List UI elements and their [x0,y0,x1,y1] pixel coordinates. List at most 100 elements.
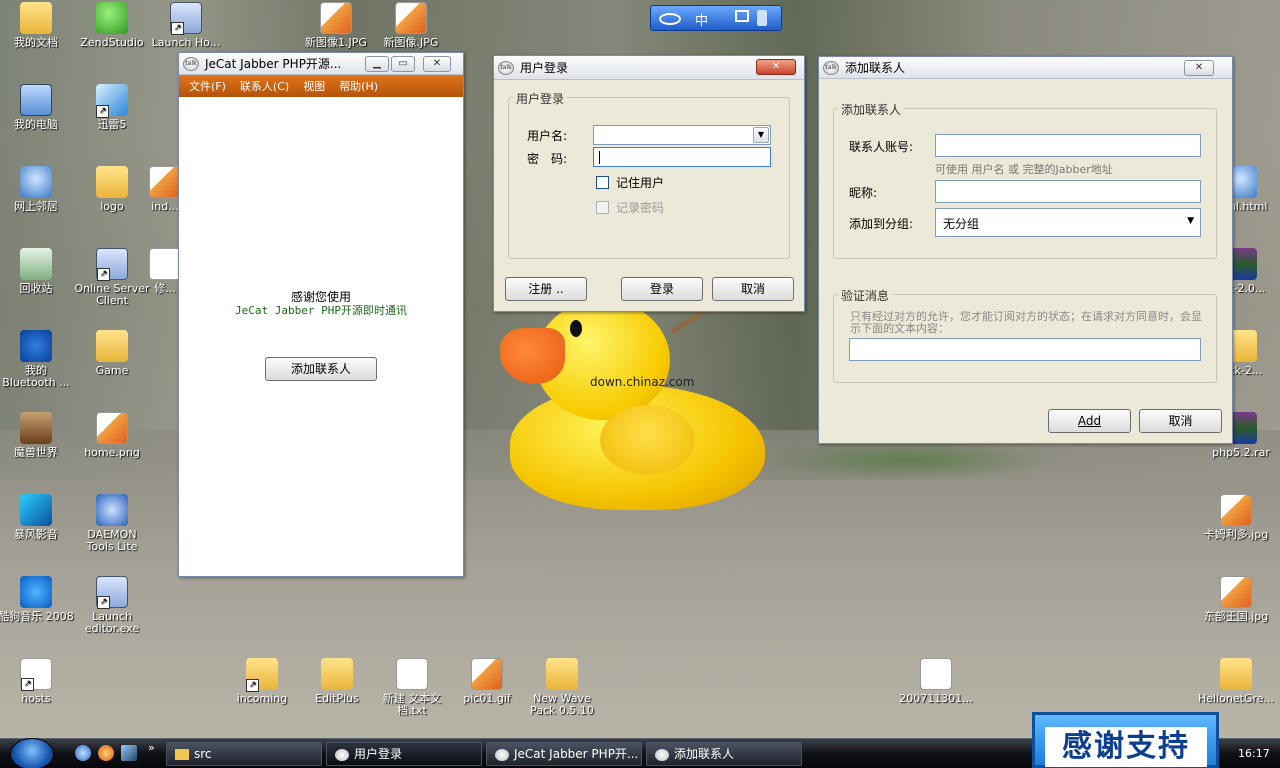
desktop-icon[interactable]: 东部王国.jpg [1197,576,1275,623]
login-window: talk 用户登录 ✕ 用户登录 用户名: ▼ 密 码: 记住用户 记录密码 注… [493,55,805,312]
window-titlebar[interactable]: talk 添加联系人 ✕ [819,57,1232,79]
remember-user-checkbox[interactable] [596,176,609,189]
desktop-icon[interactable]: 暴风影音 [0,494,75,541]
icon-label: logo [100,200,124,213]
clock[interactable]: 16:17 [1238,747,1270,760]
app-icon: talk [823,60,839,75]
close-icon[interactable]: ✕ [1184,60,1214,76]
desktop-icon[interactable]: home.png [73,412,151,459]
thanks-banner: 感谢支持 [1032,712,1219,768]
desktop-icon[interactable]: Launch editor.exe [73,576,151,635]
login-button[interactable]: 登录 [621,277,703,301]
cancel-button[interactable]: 取消 [1139,409,1222,433]
menu-help[interactable]: 帮助(H) [339,78,378,94]
close-icon[interactable]: ✕ [756,59,796,75]
chevron-down-icon[interactable]: ▼ [1187,216,1194,226]
desktop-icon[interactable]: DAEMON Tools Lite [73,494,151,553]
icon-label: 我的电脑 [14,118,58,131]
text-cursor [599,151,600,164]
taskbar-item[interactable]: 用户登录 [326,742,482,766]
taskbar-item[interactable]: JeCat Jabber PHP开... [486,742,642,766]
icon-label: 修... [154,282,176,295]
icon-label: Game [95,364,129,377]
add-button[interactable]: Add [1048,409,1131,433]
nickname-field[interactable] [935,180,1201,203]
window-titlebar[interactable]: talk 用户登录 ✕ [494,56,804,80]
desktop-icon[interactable]: incoming [223,658,301,705]
desktop-icon-quicklaunch[interactable] [121,745,137,761]
desktop-icon[interactable]: pic01.gif [448,658,526,705]
group-select[interactable]: 无分组 ▼ [935,208,1201,237]
desktop-icon[interactable]: 新建 文本文档.txt [373,658,451,717]
desktop-icon[interactable]: ZendStudio [73,2,151,49]
minimize-icon[interactable]: ▁ [365,56,389,72]
game-icon [20,412,52,444]
verify-message-field[interactable] [849,338,1201,361]
folder-icon [246,658,278,692]
desktop-icon[interactable]: 我的文档 [0,2,75,49]
music-icon [20,576,52,608]
maximize-icon[interactable]: ▭ [391,56,415,72]
desktop-icon[interactable]: 魔兽世界 [0,412,75,459]
cancel-button[interactable]: 取消 [712,277,794,301]
desktop-icon[interactable]: 迅雷5 [73,84,151,131]
folder-icon [96,330,128,362]
taskbar-item[interactable]: 添加联系人 [646,742,802,766]
icon-label: 暴风影音 [14,528,58,541]
image-icon [96,412,128,444]
desktop-icon[interactable]: 回收站 [0,248,75,295]
server-client-icon [96,248,128,281]
username-combobox[interactable]: ▼ [593,125,771,145]
add-contact-button[interactable]: 添加联系人 [265,357,377,381]
account-label: 联系人账号: [849,140,914,154]
image-icon [395,2,427,34]
desktop-icon[interactable]: logo [73,166,151,213]
app-icon: talk [183,56,199,71]
language-bar[interactable]: 中 [650,5,782,31]
chevron-right-icon[interactable]: » [148,741,155,754]
desktop-icon[interactable]: 网上邻居 [0,166,75,213]
desktop-icon[interactable]: 卡姆利多.jpg [1197,494,1275,541]
menu-view[interactable]: 视图 [303,78,325,94]
firefox-icon[interactable] [98,745,114,761]
computer-icon [20,84,52,116]
desktop-icon[interactable]: Online Server Client [73,248,151,307]
menu-file[interactable]: 文件(F) [189,78,226,94]
taskbar-item[interactable]: src [166,742,322,766]
desktop-icon[interactable]: 200711301... [897,658,975,705]
image-icon [1220,494,1252,526]
desktop-icon[interactable]: 新图像1.JPG [297,2,375,49]
icon-label: 我的 Bluetooth ... [2,364,70,389]
desktop-icon[interactable]: HellonetGre... [1197,658,1275,705]
icon-label: 迅雷5 [97,118,127,131]
image-icon [471,658,503,690]
desktop-icon[interactable]: EditPlus [298,658,376,705]
desktop-icon[interactable]: 我的 Bluetooth ... [0,330,75,389]
app-icon [96,576,128,609]
network-icon [20,166,52,198]
thunder-icon [96,84,128,118]
desktop-icon[interactable]: hosts [0,658,75,705]
close-icon[interactable]: ✕ [423,56,451,72]
icon-label: ZendStudio [80,36,144,49]
icon-label: 魔兽世界 [14,446,58,459]
password-field[interactable] [593,147,771,167]
start-button[interactable] [10,738,54,768]
desktop-icon[interactable]: New Wave Pack 0.5.10 [523,658,601,717]
register-button[interactable]: 注册 .. [505,277,587,301]
desktop-icon[interactable]: 修... [148,248,182,295]
desktop-icon[interactable]: ind... [148,166,182,213]
desktop-icon[interactable]: 新图像.JPG [372,2,450,49]
desktop-icon[interactable]: Game [73,330,151,377]
chevron-down-icon[interactable]: ▼ [753,127,769,143]
icon-label: 200711301... [899,692,973,705]
icon-label: Launch Ho... [151,36,221,49]
desktop-icon[interactable]: 酷狗音乐 2008 [0,576,75,623]
desktop-icon[interactable]: Launch Ho... [148,2,224,49]
ie-icon[interactable] [75,745,91,761]
account-field[interactable] [935,134,1201,157]
window-titlebar[interactable]: talk JeCat Jabber PHP开源... ▁ ▭ ✕ [179,53,463,75]
menu-contacts[interactable]: 联系人(C) [240,78,289,94]
desktop-icon[interactable]: 我的电脑 [0,84,75,131]
watermark: down.chinaz.com [590,375,695,389]
